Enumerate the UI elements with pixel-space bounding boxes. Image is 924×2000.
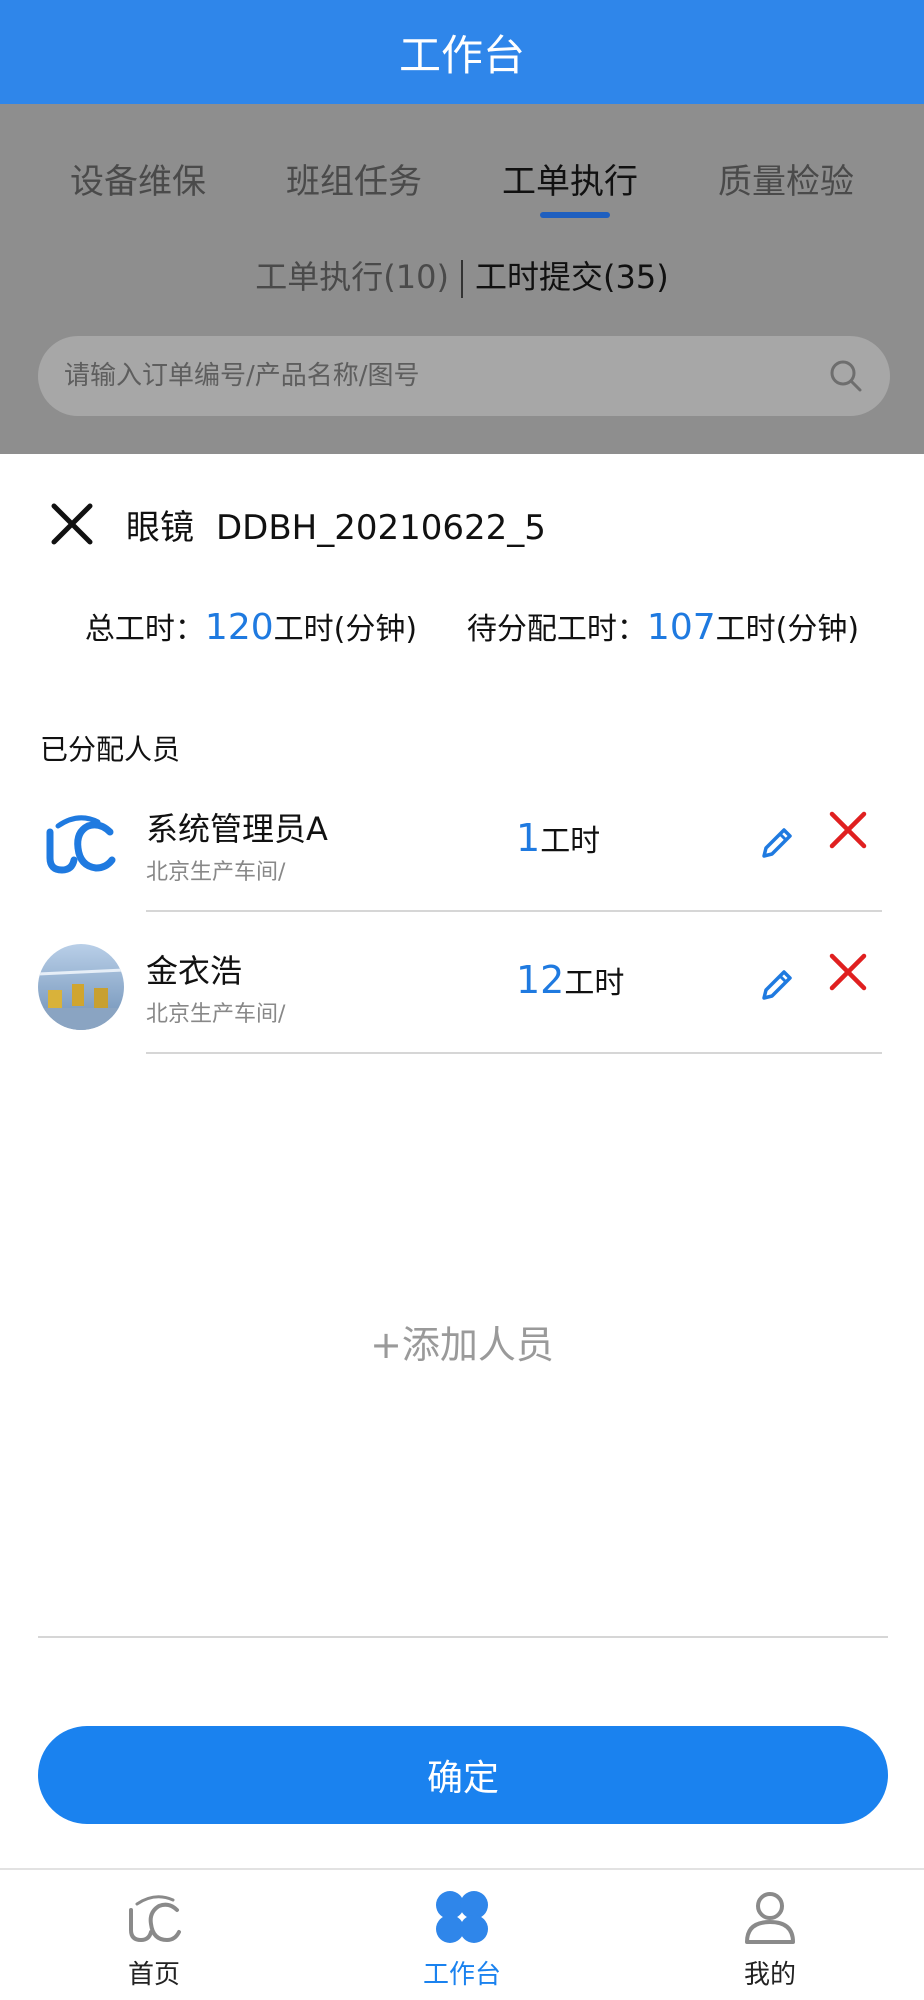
search-icon[interactable] <box>826 356 866 396</box>
subtab-execution[interactable]: 工单执行(10) <box>255 258 449 296</box>
hours-summary: 总工时：120工时(分钟) 待分配工时：107工时(分钟) <box>0 604 924 648</box>
person-hours-unit: 工时 <box>564 966 625 1001</box>
category-tabs: 设备维保 班组任务 工单执行 质量检验 <box>0 144 924 234</box>
tab-equipment-maintenance[interactable]: 设备维保 <box>70 144 206 234</box>
assign-hours-sheet: 眼镜 DDBH_20210622_5 总工时：120工时(分钟) 待分配工时：10… <box>0 454 924 1868</box>
person-hours: 12工时 <box>516 958 624 1002</box>
app-header: 工作台 <box>0 0 924 104</box>
order-title: 眼镜 DDBH_20210622_5 <box>126 500 546 549</box>
tab-quality-inspection[interactable]: 质量检验 <box>718 144 854 234</box>
pending-hours-unit: 工时(分钟) <box>715 612 860 647</box>
company-logo-icon <box>38 802 124 888</box>
pending-hours-value: 107 <box>646 607 716 648</box>
tab-team-tasks[interactable]: 班组任务 <box>286 144 422 234</box>
add-person-button[interactable]: +添加人员 <box>0 1314 924 1369</box>
dimmed-background: 设备维保 班组任务 工单执行 质量检验 工单执行(10) 工时提交(35) <box>0 104 924 454</box>
tabbar-item-mine[interactable]: 我的 <box>616 1870 924 2000</box>
pending-hours-label: 待分配工时： <box>466 612 647 647</box>
tabbar-item-workbench[interactable]: 工作台 <box>308 1870 616 2000</box>
person-name: 金衣浩 <box>146 952 243 990</box>
product-name: 眼镜 <box>126 507 194 548</box>
bottom-tab-bar: 首页 工作台 我的 <box>0 1868 924 2000</box>
sheet-title: 眼镜 DDBH_20210622_5 <box>44 494 546 554</box>
row-divider <box>146 910 882 912</box>
header-title: 工作台 <box>398 30 525 80</box>
avatar <box>38 802 124 888</box>
total-hours-label: 总工时： <box>84 612 205 647</box>
order-number: DDBH_20210622_5 <box>216 507 546 548</box>
tabbar-item-home[interactable]: 首页 <box>0 1870 308 2000</box>
person-hours-unit: 工时 <box>540 824 601 859</box>
footer-divider <box>38 1636 888 1638</box>
pending-hours: 待分配工时：107工时(分钟) <box>467 604 859 648</box>
avatar <box>38 944 124 1030</box>
person-department: 北京生产车间/ <box>146 1002 286 1027</box>
edit-icon[interactable] <box>756 820 800 864</box>
tabbar-label-mine: 我的 <box>743 1960 796 1990</box>
assigned-staff-label: 已分配人员 <box>40 733 181 766</box>
search-input[interactable] <box>64 361 826 391</box>
sub-tabs: 工单执行(10) 工时提交(35) <box>0 252 924 298</box>
total-hours-unit: 工时(分钟) <box>273 612 418 647</box>
total-hours: 总工时：120工时(分钟) <box>85 604 417 648</box>
tab-work-order-execution[interactable]: 工单执行 <box>502 144 638 234</box>
person-hours-value: 12 <box>516 958 565 1002</box>
close-icon[interactable] <box>44 496 100 552</box>
person-hours-value: 1 <box>516 816 541 860</box>
confirm-button[interactable]: 确定 <box>38 1726 888 1824</box>
person-hours: 1工时 <box>516 816 600 860</box>
home-logo-icon <box>129 1895 181 1943</box>
edit-icon[interactable] <box>756 962 800 1006</box>
tabbar-label-home: 首页 <box>127 1960 180 1990</box>
total-hours-value: 120 <box>204 607 274 648</box>
workbench-icon <box>436 1891 488 1943</box>
factory-photo-icon <box>38 944 124 1030</box>
tabbar-label-workbench: 工作台 <box>422 1960 501 1990</box>
subtab-hours-submit[interactable]: 工时提交(35) <box>475 258 669 296</box>
person-name: 系统管理员A <box>146 810 328 848</box>
person-row: 系统管理员A 北京生产车间/ 1工时 <box>0 772 924 912</box>
remove-icon[interactable] <box>824 948 872 996</box>
subtab-divider <box>461 260 463 298</box>
row-divider <box>146 1052 882 1054</box>
person-department: 北京生产车间/ <box>146 860 286 885</box>
remove-icon[interactable] <box>824 806 872 854</box>
user-icon <box>745 1892 795 1944</box>
person-row: 金衣浩 北京生产车间/ 12工时 <box>0 914 924 1054</box>
search-bar <box>38 336 890 416</box>
